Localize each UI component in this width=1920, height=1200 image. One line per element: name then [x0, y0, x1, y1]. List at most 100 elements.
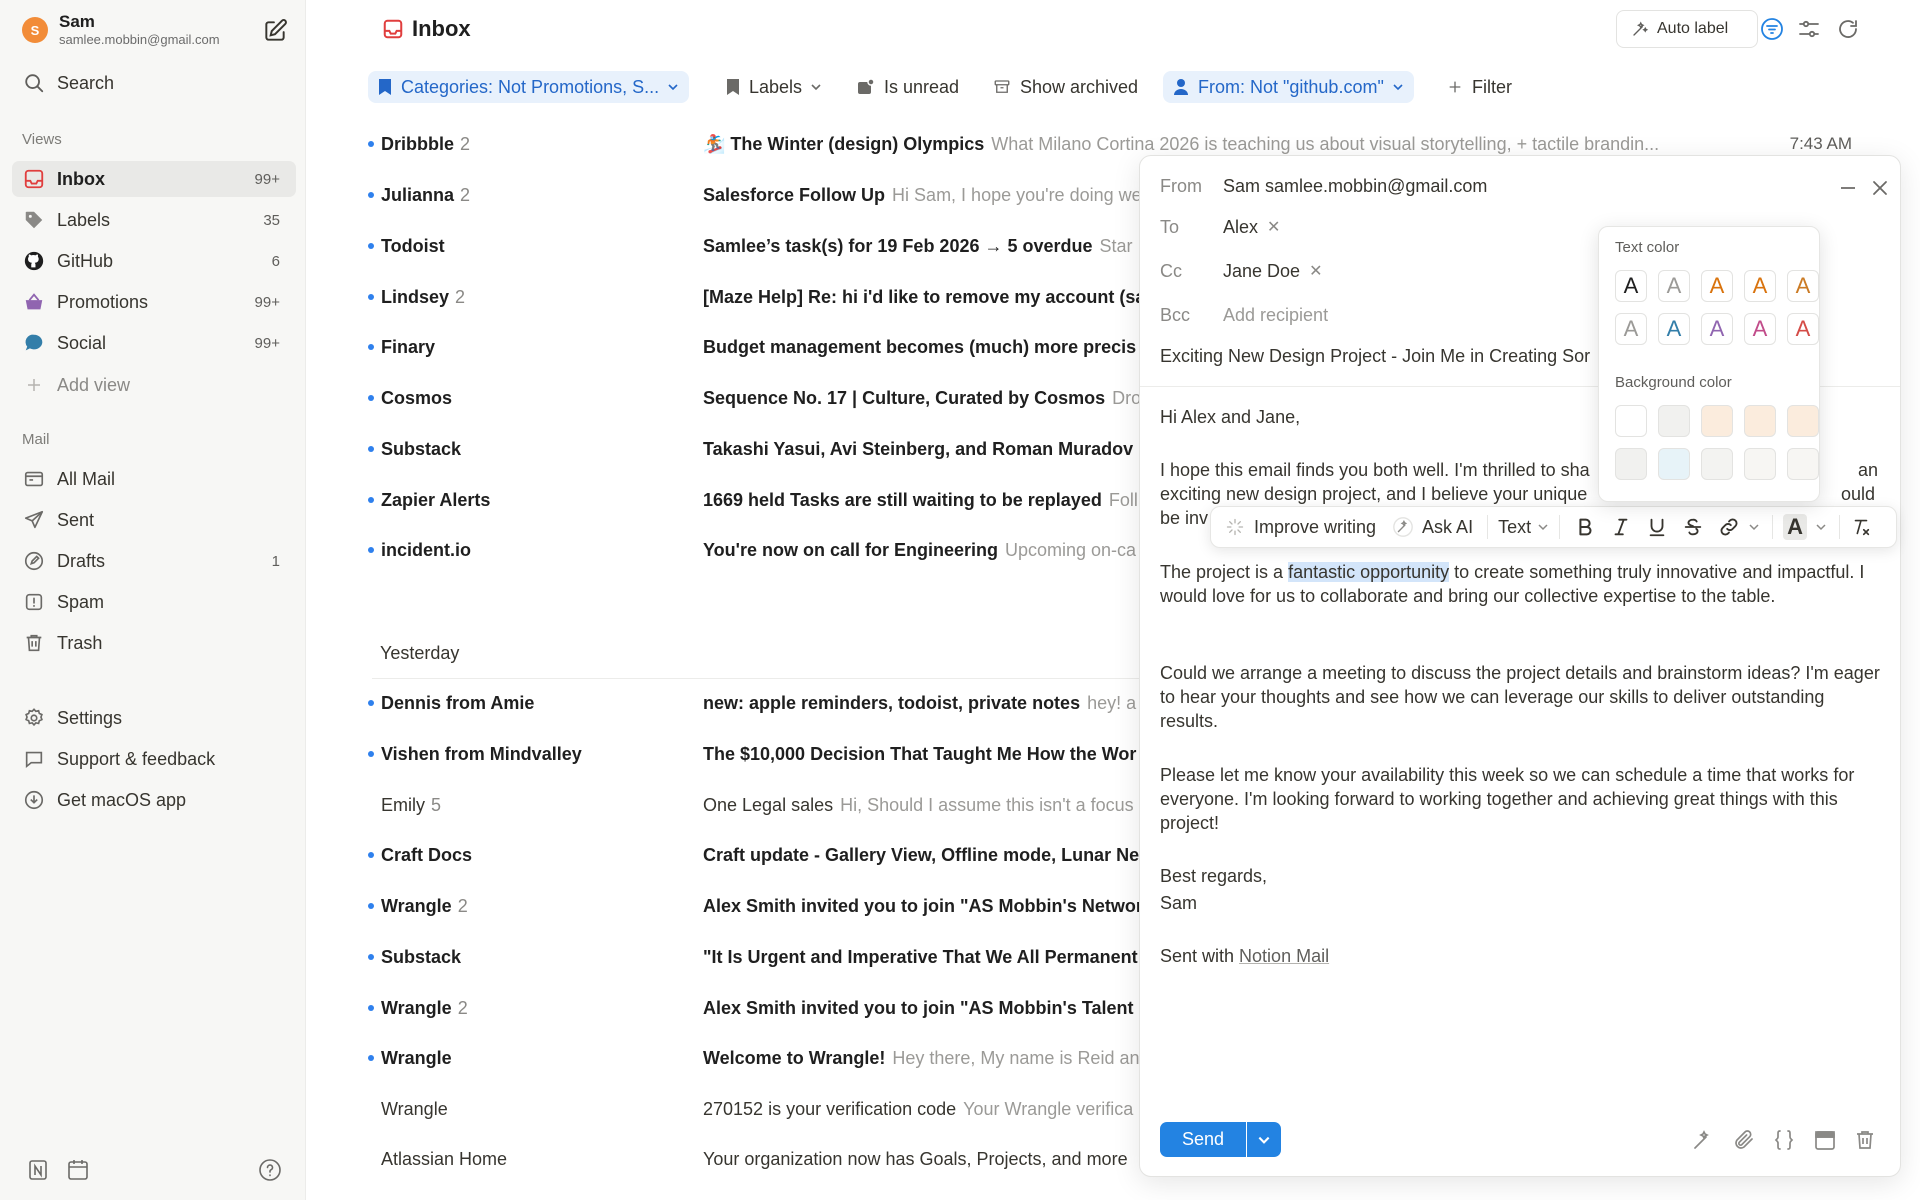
sidebar-item-social[interactable]: Social 99+: [12, 325, 296, 361]
filter-is-unread[interactable]: Is unread: [847, 71, 969, 103]
add-filter-button[interactable]: Filter: [1437, 71, 1522, 103]
text-color-swatch[interactable]: A: [1701, 313, 1733, 345]
text-color-swatch[interactable]: A: [1744, 313, 1776, 345]
text-color-swatch[interactable]: A: [1701, 270, 1733, 302]
text-color-swatch[interactable]: A: [1787, 313, 1819, 345]
improve-writing-button[interactable]: Improve writing: [1225, 517, 1376, 538]
text-color-button[interactable]: A: [1783, 514, 1827, 540]
preview-text: Your Wrangle verifica: [963, 1098, 1134, 1119]
sidebar-item-labels[interactable]: Labels 35: [12, 202, 296, 238]
body-paragraph-2[interactable]: The project is a fantastic opportunity t…: [1160, 560, 1882, 608]
remove-recipient-icon[interactable]: ✕: [1267, 217, 1280, 237]
background-color-swatch[interactable]: [1658, 405, 1690, 437]
sidebar-item-get-app[interactable]: Get macOS app: [12, 782, 296, 818]
search-button[interactable]: Search: [12, 65, 296, 101]
signoff[interactable]: Best regards,: [1160, 864, 1882, 888]
refresh-icon[interactable]: [1836, 17, 1860, 41]
email-subject: 1669 held Tasks are still waiting to be …: [703, 490, 1138, 511]
underline-icon[interactable]: [1646, 516, 1668, 538]
help-icon[interactable]: [258, 1158, 282, 1182]
body-paragraph-4[interactable]: Please let me know your availability thi…: [1160, 763, 1882, 835]
download-circle-icon: [22, 788, 46, 812]
subject-field[interactable]: Exciting New Design Project - Join Me in…: [1160, 346, 1590, 367]
background-color-swatch[interactable]: [1787, 405, 1819, 437]
from-label: From: [1160, 175, 1202, 196]
text-color-swatch[interactable]: A: [1744, 270, 1776, 302]
account-switcher[interactable]: S Sam samlee.mobbin@gmail.com: [22, 12, 220, 48]
unread-dot: [368, 344, 374, 350]
signature-name[interactable]: Sam: [1160, 891, 1882, 915]
code-braces-icon[interactable]: [1772, 1128, 1796, 1152]
paperclip-icon[interactable]: [1732, 1128, 1756, 1152]
sidebar-item-inbox[interactable]: Inbox 99+: [12, 161, 296, 197]
sliders-icon[interactable]: [1797, 17, 1821, 41]
notion-mail-link[interactable]: Notion Mail: [1239, 946, 1329, 966]
bcc-input[interactable]: Add recipient: [1223, 305, 1328, 326]
preview-text: hey! a: [1087, 692, 1137, 713]
text-color-swatch[interactable]: A: [1615, 270, 1647, 302]
bcc-field[interactable]: Bcc Add recipient: [1160, 300, 1328, 330]
filter-lines-icon[interactable]: [1760, 17, 1784, 41]
sidebar-item-spam[interactable]: Spam: [12, 584, 296, 620]
background-color-swatch[interactable]: [1615, 448, 1647, 480]
sidebar-item-settings[interactable]: Settings: [12, 700, 296, 736]
text-style-dropdown[interactable]: Text: [1498, 517, 1549, 538]
recipient-chip[interactable]: Jane Doe ✕: [1223, 261, 1322, 282]
filter-labels[interactable]: Labels: [716, 71, 832, 103]
cc-field[interactable]: Cc Jane Doe ✕: [1160, 256, 1322, 286]
text-color-swatch[interactable]: A: [1615, 313, 1647, 345]
text-color-swatch[interactable]: A: [1658, 313, 1690, 345]
email-subject: "It Is Urgent and Imperative That We All…: [703, 947, 1138, 968]
close-icon[interactable]: [1870, 178, 1890, 198]
text-color-swatch[interactable]: A: [1658, 270, 1690, 302]
remove-recipient-icon[interactable]: ✕: [1309, 261, 1322, 281]
background-color-swatch[interactable]: [1744, 448, 1776, 480]
filter-show-archived[interactable]: Show archived: [983, 71, 1148, 103]
trash-icon[interactable]: [1853, 1128, 1877, 1152]
text-color-swatch[interactable]: A: [1787, 270, 1819, 302]
clear-formatting-icon[interactable]: [1850, 516, 1872, 538]
github-icon: [22, 249, 46, 273]
notion-icon[interactable]: [26, 1158, 50, 1182]
filter-from[interactable]: From: Not "github.com": [1163, 71, 1414, 103]
sender-name: Finary: [381, 336, 436, 357]
filter-categories[interactable]: Categories: Not Promotions, S...: [368, 71, 690, 103]
recipient-chip[interactable]: Alex ✕: [1223, 217, 1280, 238]
calendar-icon[interactable]: [1813, 1128, 1837, 1152]
to-field[interactable]: To Alex ✕: [1160, 212, 1280, 242]
background-color-swatch[interactable]: [1744, 405, 1776, 437]
background-color-swatch[interactable]: [1787, 448, 1819, 480]
email-sender: Emily 5: [381, 795, 441, 816]
sender-name: Todoist: [381, 235, 445, 256]
add-view-button[interactable]: Add view: [12, 367, 296, 403]
sidebar-item-support[interactable]: Support & feedback: [12, 741, 296, 777]
background-color-swatch[interactable]: [1701, 448, 1733, 480]
sidebar-item-drafts[interactable]: Drafts 1: [12, 543, 296, 579]
background-color-swatch[interactable]: [1658, 448, 1690, 480]
compose-icon[interactable]: [262, 18, 288, 44]
ai-wand-icon[interactable]: [1691, 1128, 1715, 1152]
sidebar-item-sent[interactable]: Sent: [12, 502, 296, 538]
from-field[interactable]: From Sam samlee.mobbin@gmail.com: [1160, 171, 1487, 201]
strikethrough-icon[interactable]: [1682, 516, 1704, 538]
unread-mail-icon: [858, 78, 875, 94]
background-color-swatch[interactable]: [1701, 405, 1733, 437]
unread-dot: [368, 294, 374, 300]
sidebar-item-all-mail[interactable]: All Mail: [12, 461, 296, 497]
sidebar-item-promotions[interactable]: Promotions 99+: [12, 284, 296, 320]
sidebar-item-trash[interactable]: Trash: [12, 625, 296, 661]
ask-ai-button[interactable]: Ask AI: [1392, 516, 1473, 538]
plus-icon: [22, 373, 46, 397]
bold-icon[interactable]: [1574, 516, 1596, 538]
send-button[interactable]: Send: [1160, 1122, 1246, 1157]
minimize-icon[interactable]: [1838, 178, 1858, 198]
sidebar-item-github[interactable]: GitHub 6: [12, 243, 296, 279]
italic-icon[interactable]: [1610, 516, 1632, 538]
background-color-swatch[interactable]: [1615, 405, 1647, 437]
recipient-name: Jane Doe: [1223, 260, 1301, 281]
auto-label-button[interactable]: Auto label: [1616, 10, 1758, 48]
send-options-button[interactable]: [1247, 1122, 1281, 1157]
link-icon[interactable]: [1718, 516, 1760, 538]
calendar-icon[interactable]: [66, 1158, 90, 1182]
body-paragraph-3[interactable]: Could we arrange a meeting to discuss th…: [1160, 661, 1882, 733]
